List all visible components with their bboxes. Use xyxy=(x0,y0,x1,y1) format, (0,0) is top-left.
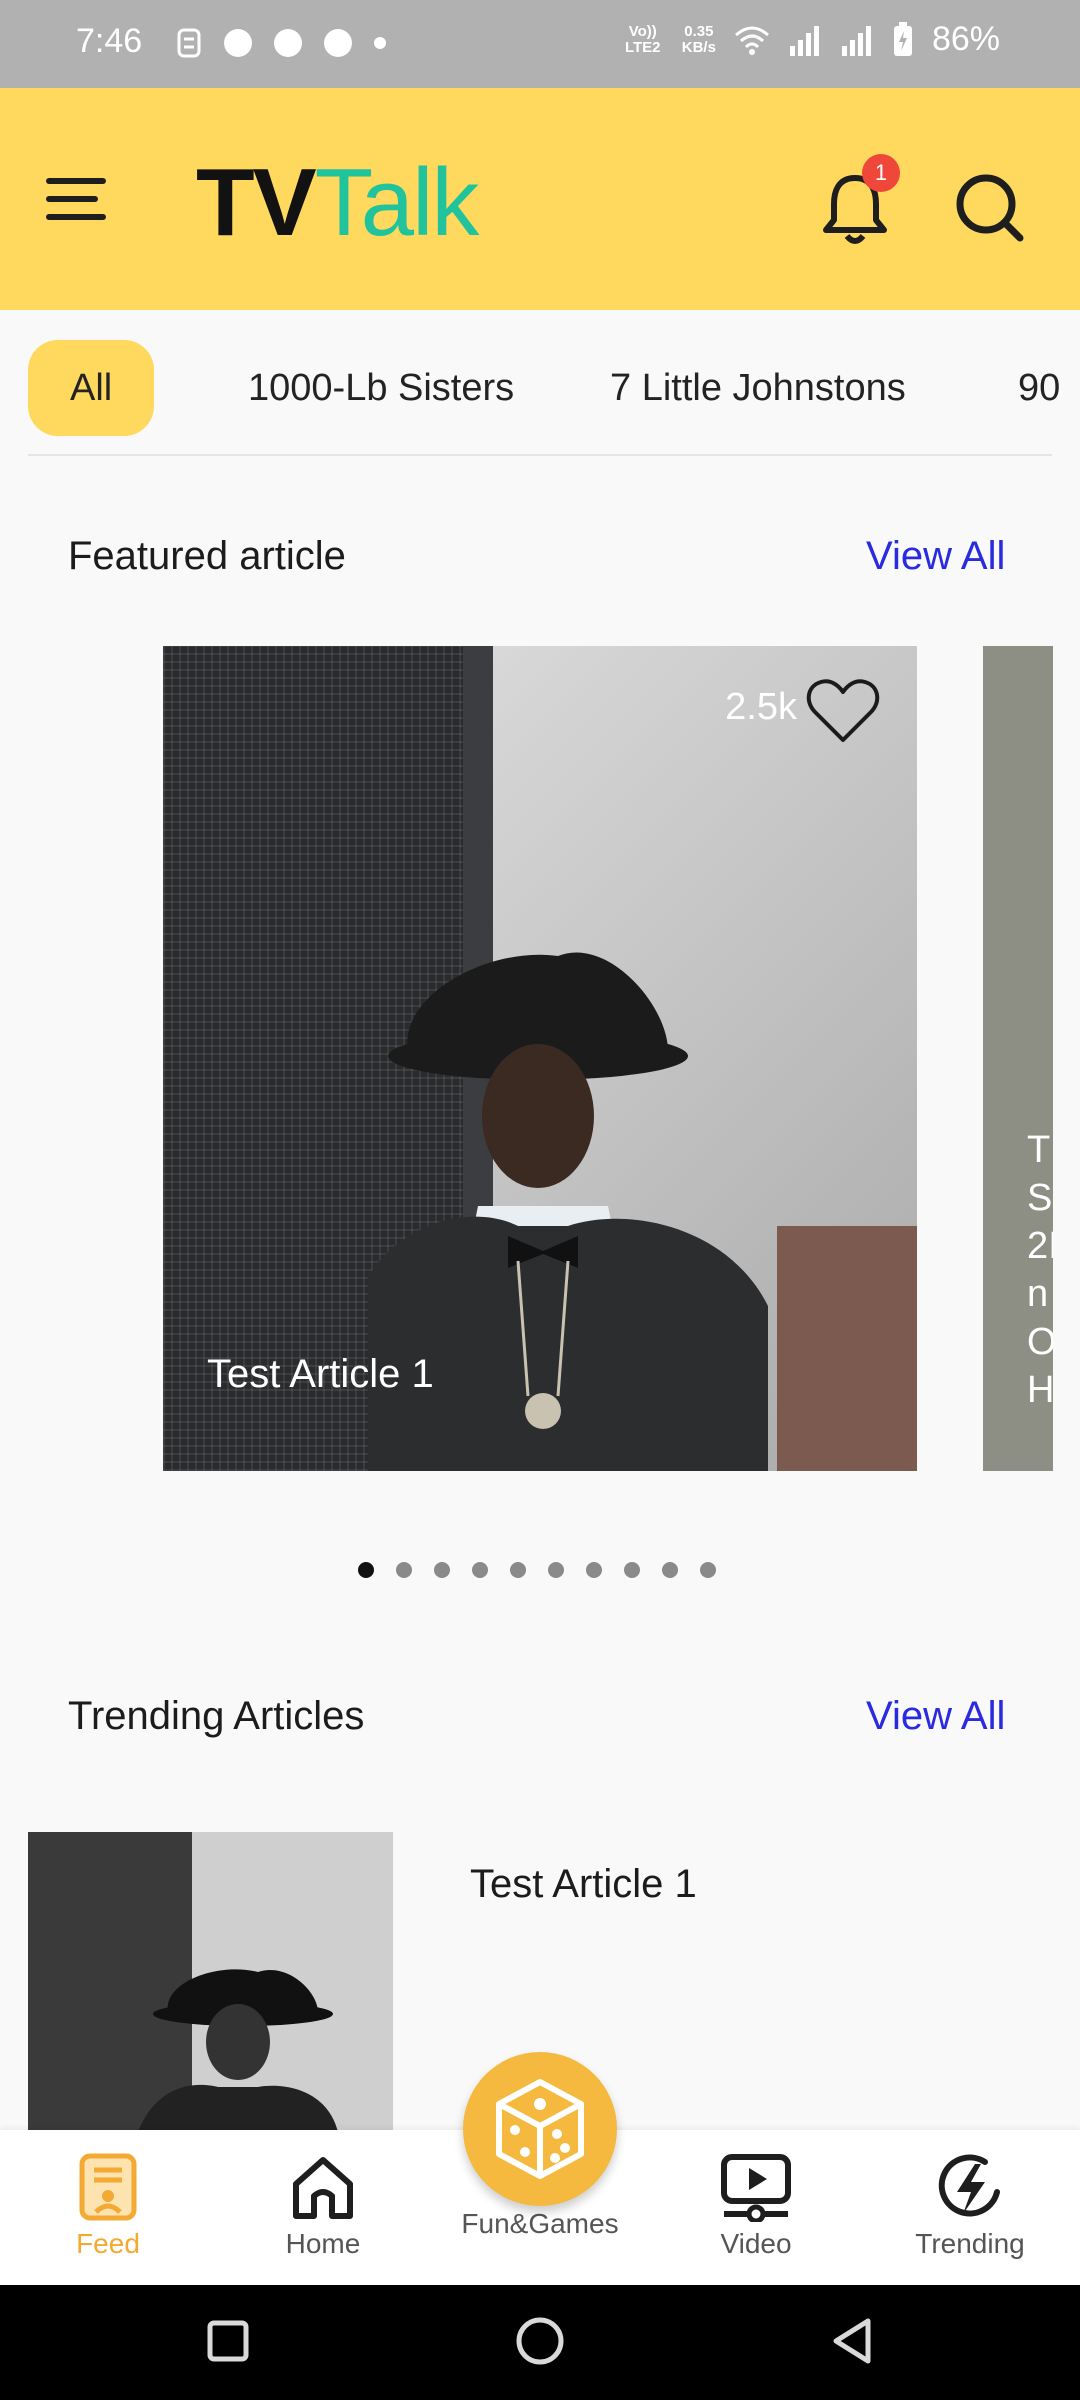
battery-icon xyxy=(893,21,912,56)
nav-home[interactable]: Home xyxy=(243,2152,403,2260)
menu-icon[interactable] xyxy=(46,178,106,224)
category-chip[interactable]: 7 Little Johnstons xyxy=(610,340,906,436)
trending-section-title: Trending Articles xyxy=(68,1694,365,1738)
system-navigation-bar xyxy=(0,2285,1080,2400)
carousel-dot[interactable] xyxy=(510,1562,526,1578)
network-label: Vo)) LTE2 xyxy=(624,22,661,56)
nav-label: Feed xyxy=(76,2228,140,2259)
recent-apps-icon[interactable] xyxy=(206,2315,250,2365)
carousel-dot[interactable] xyxy=(434,1562,450,1578)
featured-article-card[interactable]: 2.5k Test Article 1 xyxy=(163,646,917,1471)
feed-icon xyxy=(79,2153,137,2221)
nav-label: Video xyxy=(720,2228,792,2259)
carousel-dot[interactable] xyxy=(700,1562,716,1578)
trending-article-title[interactable]: Test Article 1 xyxy=(470,1862,697,1907)
thumbnail-person xyxy=(138,1969,338,2132)
signal-icon xyxy=(789,25,819,56)
video-icon xyxy=(721,2154,791,2222)
home-circle-icon[interactable] xyxy=(514,2315,566,2367)
fun-games-button[interactable] xyxy=(463,2052,617,2206)
nav-trending[interactable]: Trending xyxy=(890,2152,1050,2260)
notification-badge: 1 xyxy=(862,154,900,192)
nav-label: Trending xyxy=(915,2228,1025,2259)
featured-article-title: Test Article 1 xyxy=(207,1352,434,1396)
category-chips: All 1000-Lb Sisters 7 Little Johnstons 9… xyxy=(0,310,1080,455)
more-notifications-icon xyxy=(374,37,386,49)
category-chip[interactable]: 1000-Lb Sisters xyxy=(248,340,514,436)
nav-label: Fun&Games xyxy=(461,2208,619,2239)
next-card-title: TIS2InOH xyxy=(1027,1129,1053,1411)
next-article-card-peek[interactable]: TIS2InOH xyxy=(983,646,1053,1471)
home-icon xyxy=(293,2157,353,2219)
featured-section-title: Featured article xyxy=(68,534,346,578)
network-speed: 0.35 KB/s xyxy=(681,22,716,56)
app-notification-icon xyxy=(274,29,302,57)
wifi-icon xyxy=(734,26,769,55)
trending-view-all-link[interactable]: View All xyxy=(866,1694,1005,1739)
carousel-dot[interactable] xyxy=(396,1562,412,1578)
status-time: 7:46 xyxy=(76,22,143,60)
app-notification-icon xyxy=(324,29,352,57)
nav-label: Home xyxy=(285,2228,361,2259)
chips-divider xyxy=(28,454,1052,456)
carousel-pagination xyxy=(358,1562,716,1578)
status-notification-icons xyxy=(176,28,386,58)
heart-icon[interactable] xyxy=(805,676,881,746)
nav-feed[interactable]: Feed xyxy=(28,2152,188,2260)
nav-video[interactable]: Video xyxy=(676,2152,836,2260)
back-icon[interactable] xyxy=(828,2315,874,2367)
carousel-dot[interactable] xyxy=(662,1562,678,1578)
signal-icon xyxy=(841,25,871,56)
status-bar: 7:46 Vo)) LTE2 0.35 KB/s 86% xyxy=(0,0,1080,88)
messaging-icon xyxy=(177,28,201,58)
carousel-dot[interactable] xyxy=(472,1562,488,1578)
dice-icon xyxy=(496,2079,584,2179)
category-chip-all[interactable]: All xyxy=(28,340,155,436)
trending-article-thumbnail[interactable] xyxy=(28,1832,393,2132)
search-icon[interactable] xyxy=(950,168,1030,248)
carousel-dot[interactable] xyxy=(548,1562,564,1578)
carousel-dot[interactable] xyxy=(358,1562,374,1578)
carousel-dot[interactable] xyxy=(624,1562,640,1578)
like-count: 2.5k xyxy=(725,686,797,728)
carousel-dot[interactable] xyxy=(586,1562,602,1578)
app-header: TVTalk 1 xyxy=(0,88,1080,310)
featured-view-all-link[interactable]: View All xyxy=(866,534,1005,579)
app-logo: TVTalk xyxy=(196,149,479,256)
nav-fun-games[interactable]: Fun&Games xyxy=(430,2202,650,2240)
category-chip[interactable]: 90 xyxy=(1018,340,1060,436)
app-notification-icon xyxy=(224,29,252,57)
trending-icon xyxy=(938,2154,1000,2217)
battery-percent: 86% xyxy=(931,20,1000,58)
